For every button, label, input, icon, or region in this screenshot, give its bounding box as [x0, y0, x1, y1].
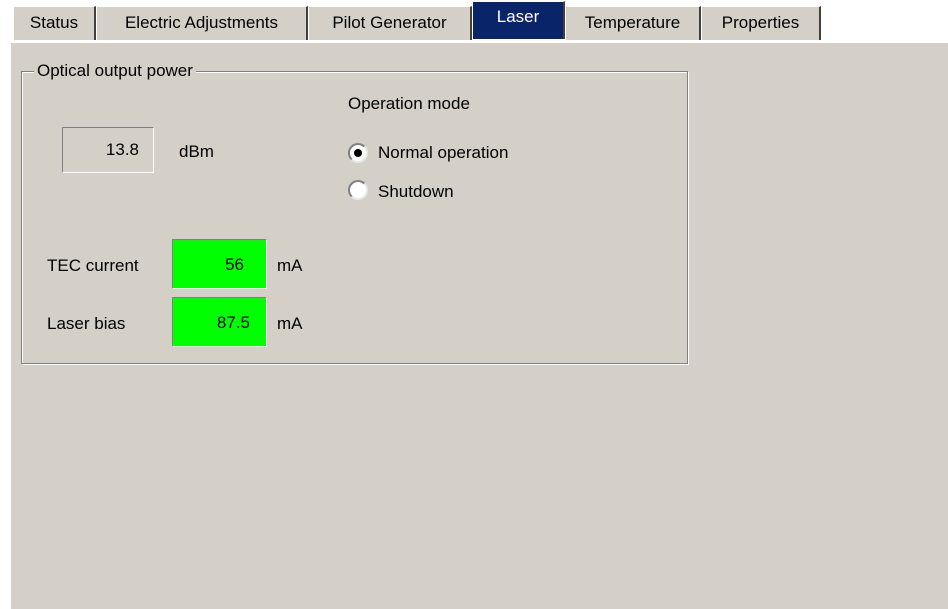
tab-pilot-generator[interactable]: Pilot Generator [308, 6, 472, 40]
tec-current-field: 56 [172, 239, 267, 289]
shutdown-radio[interactable] [348, 180, 368, 200]
tec-current-label: TEC current [47, 256, 139, 275]
tab-properties[interactable]: Properties [701, 6, 821, 40]
laser-bias-label: Laser bias [47, 314, 126, 333]
operation-mode-title: Operation mode [348, 94, 470, 113]
group-title: Optical output power [34, 60, 196, 82]
output-power-field: 13.8 [62, 127, 154, 173]
tab-electric-adjustments-label: Electric Adjustments [124, 13, 279, 32]
tab-temperature-label: Temperature [584, 13, 681, 32]
tab-status-label: Status [29, 13, 79, 32]
normal-operation-radio[interactable] [348, 143, 368, 163]
laser-bias-unit: mA [277, 314, 303, 333]
tab-laser[interactable]: Laser [472, 1, 565, 39]
output-power-unit: dBm [179, 142, 214, 161]
normal-operation-label[interactable]: Normal operation [378, 142, 508, 164]
output-power-value: 13.8 [105, 140, 139, 159]
tab-pilot-generator-label: Pilot Generator [332, 13, 447, 32]
shutdown-label[interactable]: Shutdown [378, 181, 454, 203]
radio-selected-dot [354, 149, 362, 157]
tab-properties-label: Properties [721, 13, 800, 32]
laser-bias-field: 87.5 [172, 297, 267, 347]
laser-bias-value: 87.5 [216, 313, 250, 332]
tab-status[interactable]: Status [13, 6, 96, 40]
tec-current-value: 56 [225, 255, 244, 274]
tab-electric-adjustments[interactable]: Electric Adjustments [96, 6, 308, 40]
tec-current-unit: mA [277, 256, 303, 275]
tab-laser-label: Laser [496, 7, 540, 26]
tab-temperature[interactable]: Temperature [565, 6, 701, 40]
